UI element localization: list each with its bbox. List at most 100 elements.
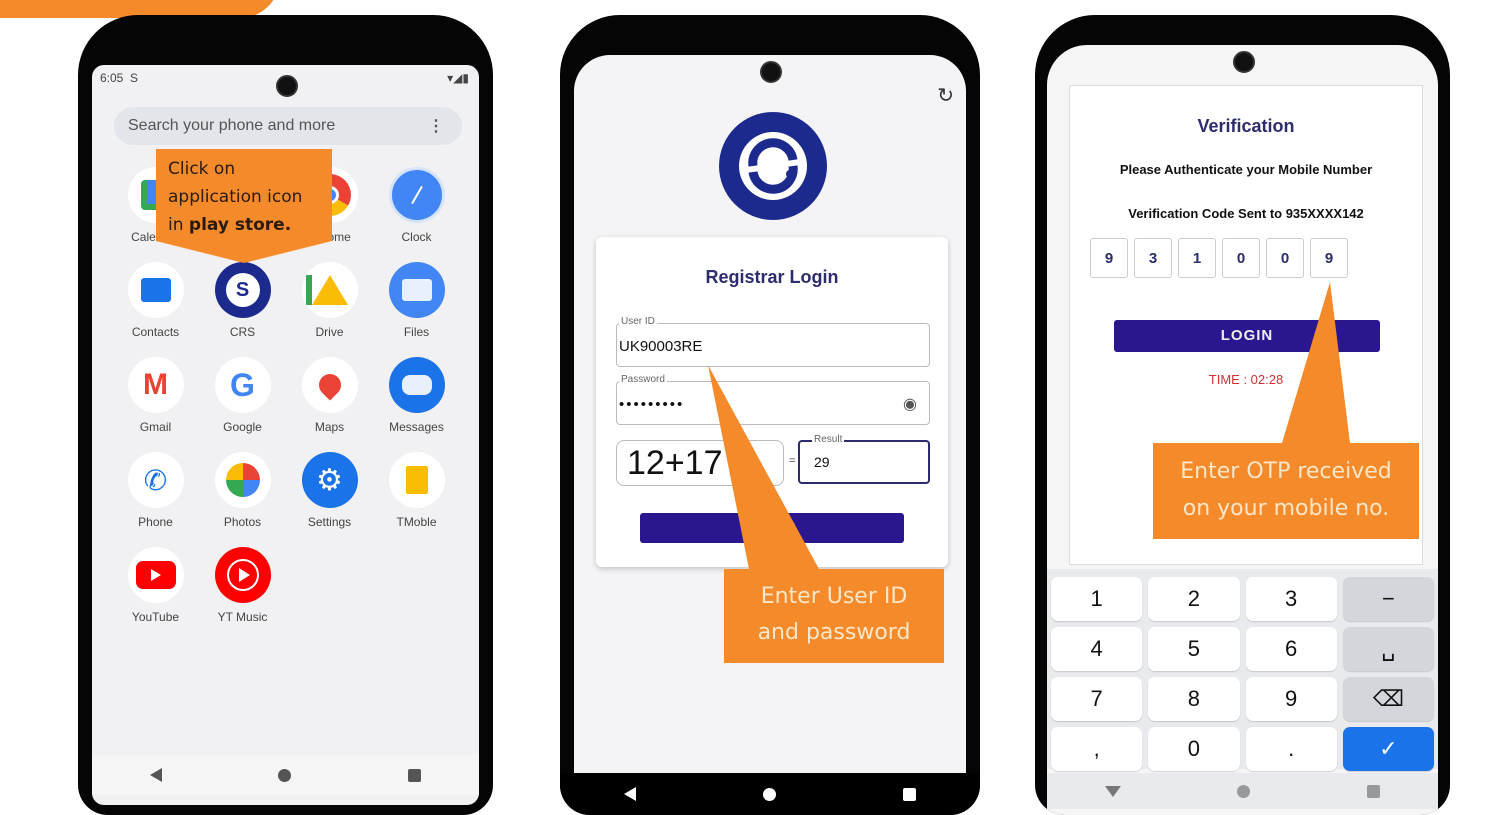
nav-bar: [1047, 773, 1438, 809]
app-messages[interactable]: Messages: [373, 357, 460, 434]
phone-icon: ✆: [127, 452, 184, 508]
otp-login-button[interactable]: LOGIN: [1114, 320, 1380, 352]
key-7[interactable]: 7: [1051, 677, 1143, 721]
otp-input-group: 9 3 1 0 0 9: [1090, 238, 1348, 278]
otp-digit-1[interactable]: 9: [1090, 238, 1128, 278]
signal-battery-icon: ▾◢▮: [447, 71, 469, 85]
nav-bar: [92, 755, 479, 795]
recents-icon[interactable]: [903, 787, 917, 801]
backspace-icon[interactable]: ⌫: [1342, 677, 1434, 721]
app-photos[interactable]: Photos: [199, 452, 286, 529]
login-button[interactable]: LOGIN: [640, 513, 904, 543]
otp-digit-4[interactable]: 0: [1222, 238, 1260, 278]
notification-icon: S: [130, 71, 139, 85]
phone-otp-verification: Verification Please Authenticate your Mo…: [1035, 15, 1450, 815]
otp-digit-2[interactable]: 3: [1134, 238, 1172, 278]
app-files[interactable]: Files: [373, 262, 460, 339]
instruction-callout-open-app: Click on application icon in play store.: [156, 149, 332, 241]
key-6[interactable]: 6: [1245, 627, 1337, 671]
key-minus[interactable]: −: [1342, 577, 1434, 621]
callout-arrow: [1282, 282, 1350, 443]
files-icon: [388, 262, 445, 318]
search-placeholder: Search your phone and more: [128, 117, 336, 134]
app-phone[interactable]: ✆ Phone: [112, 452, 199, 529]
phone-registrar-login: ↻ Registrar Login User ID UK90003RE Pass…: [560, 15, 980, 815]
login-card: Registrar Login User ID UK90003RE Passwo…: [596, 237, 948, 567]
front-camera: [276, 75, 298, 97]
user-id-value: UK90003RE: [619, 338, 703, 355]
refresh-icon[interactable]: ↻: [937, 83, 954, 108]
app-maps[interactable]: Maps: [286, 357, 373, 434]
otp-timer: TIME : 02:28: [1208, 372, 1284, 387]
otp-digit-5[interactable]: 0: [1266, 238, 1304, 278]
login-screen: ↻ Registrar Login User ID UK90003RE Pass…: [574, 55, 966, 775]
drive-icon: [301, 262, 358, 318]
key-4[interactable]: 4: [1051, 627, 1143, 671]
login-title: Registrar Login: [705, 267, 839, 287]
app-drive[interactable]: Drive: [286, 262, 373, 339]
contacts-icon: [127, 262, 184, 318]
clock-icon: [388, 167, 445, 223]
instruction-callout-otp: Enter OTP received on your mobile no.: [1153, 443, 1419, 539]
equals-sign: =: [789, 455, 796, 467]
home-icon[interactable]: [762, 787, 776, 801]
otp-digit-6[interactable]: 9: [1310, 238, 1348, 278]
app-settings[interactable]: ⚙ Settings: [286, 452, 373, 529]
key-9[interactable]: 9: [1245, 677, 1337, 721]
key-3[interactable]: 3: [1245, 577, 1337, 621]
captcha-display: 12+17: [616, 440, 784, 486]
verification-screen: Verification Please Authenticate your Mo…: [1047, 45, 1438, 815]
recents-icon[interactable]: [407, 768, 421, 782]
nav-bar: [560, 773, 980, 815]
gmail-icon: M: [127, 357, 184, 413]
tmoble-icon: [388, 452, 445, 508]
front-camera: [760, 61, 782, 83]
registrar-general-logo: [719, 112, 827, 220]
messages-icon: [388, 357, 445, 413]
code-sent-message: Verification Code Sent to 935XXXX142: [1128, 206, 1364, 221]
crs-logo-icon: S: [214, 262, 271, 318]
numeric-keypad: 1 2 3 − 4 5 6 ␣ 7 8 9 ⌫ , 0 . ✓: [1047, 569, 1438, 771]
key-0[interactable]: 0: [1148, 727, 1240, 771]
captcha-result-value: 29: [814, 454, 830, 470]
confirm-check-icon[interactable]: ✓: [1342, 727, 1434, 771]
more-menu-icon[interactable]: ⋮: [428, 116, 444, 136]
search-bar[interactable]: Search your phone and more ⋮: [114, 107, 462, 145]
otp-digit-3[interactable]: 1: [1178, 238, 1216, 278]
app-crs[interactable]: SCRS: [199, 262, 286, 339]
password-field[interactable]: Password ••••••••• ◉: [616, 374, 930, 425]
google-icon: G: [214, 357, 271, 413]
instruction-callout-credentials: Enter User ID and password: [724, 569, 944, 663]
photos-icon: [214, 452, 271, 508]
app-yt-music[interactable]: YT Music: [199, 547, 286, 624]
app-contacts[interactable]: Contacts: [112, 262, 199, 339]
space-key-icon[interactable]: ␣: [1342, 627, 1434, 671]
home-icon[interactable]: [278, 768, 292, 782]
hide-keyboard-icon[interactable]: [1105, 785, 1122, 797]
key-2[interactable]: 2: [1148, 577, 1240, 621]
key-period[interactable]: .: [1245, 727, 1337, 771]
app-gmail[interactable]: M Gmail: [112, 357, 199, 434]
key-8[interactable]: 8: [1148, 677, 1240, 721]
recents-icon[interactable]: [1366, 784, 1380, 798]
back-icon[interactable]: [623, 787, 636, 801]
app-google[interactable]: G Google: [199, 357, 286, 434]
password-value: •••••••••: [619, 396, 685, 413]
verification-title: Verification: [1197, 116, 1295, 136]
captcha-result-field[interactable]: Result 29: [798, 434, 930, 484]
yt-music-icon: [214, 547, 271, 603]
youtube-icon: [127, 547, 184, 603]
home-icon[interactable]: [1237, 784, 1251, 798]
verification-subtitle: Please Authenticate your Mobile Number: [1119, 162, 1373, 177]
app-tmoble[interactable]: TMoble: [373, 452, 460, 529]
key-1[interactable]: 1: [1051, 577, 1143, 621]
key-5[interactable]: 5: [1148, 627, 1240, 671]
back-icon[interactable]: [150, 768, 163, 782]
user-id-field[interactable]: User ID UK90003RE: [616, 316, 930, 367]
key-comma[interactable]: ,: [1051, 727, 1143, 771]
callout-pointer: [156, 241, 332, 263]
app-youtube[interactable]: YouTube: [112, 547, 199, 624]
show-password-icon[interactable]: ◉: [903, 394, 917, 414]
verification-card: Verification Please Authenticate your Mo…: [1069, 85, 1423, 565]
app-clock[interactable]: Clock: [373, 167, 460, 244]
